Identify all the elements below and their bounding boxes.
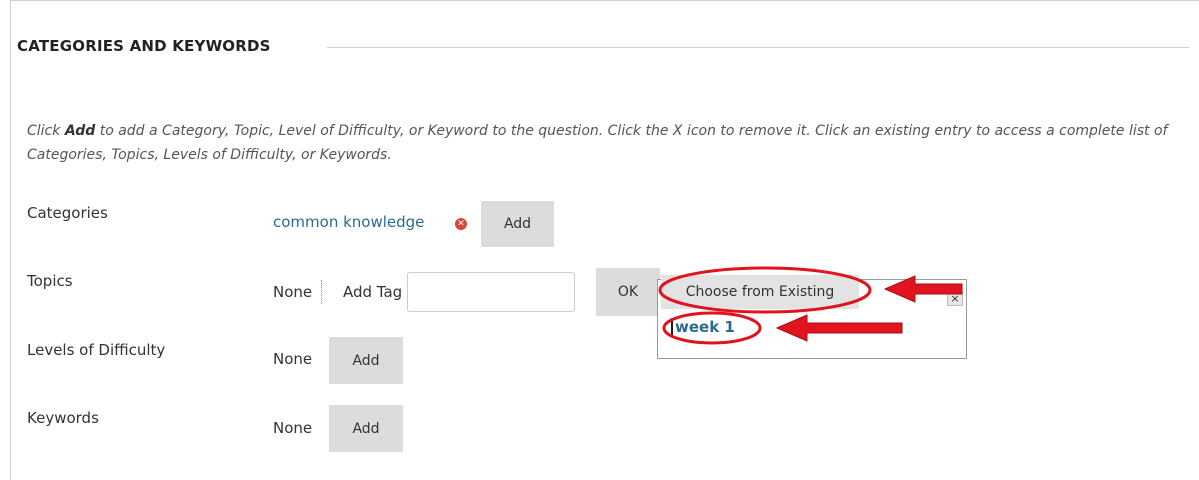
categories-add-button[interactable]: Add	[481, 201, 554, 247]
instructions-add-word: Add	[64, 123, 96, 139]
difficulty-add-button[interactable]: Add	[329, 337, 403, 384]
choose-from-existing-button[interactable]: Choose from Existing	[661, 275, 859, 309]
categories-keywords-panel	[10, 0, 1199, 480]
remove-circle-icon[interactable]: ✕	[455, 218, 467, 230]
add-tag-label: Add Tag	[343, 283, 403, 301]
tag-separator	[321, 280, 322, 304]
instructions-before: Click	[27, 123, 65, 139]
instructions-after: to add a Category, Topic, Level of Diffi…	[27, 123, 1168, 163]
topics-label: Topics	[27, 272, 73, 290]
existing-option-week-1[interactable]: week 1	[671, 318, 735, 336]
keywords-none-value: None	[273, 419, 313, 437]
section-divider	[327, 47, 1189, 48]
categories-label: Categories	[27, 204, 108, 222]
close-icon[interactable]: ×	[947, 292, 963, 306]
keywords-label: Keywords	[27, 409, 99, 427]
difficulty-none-value: None	[273, 350, 313, 368]
topics-ok-button[interactable]: OK	[596, 268, 660, 316]
keywords-add-button[interactable]: Add	[329, 405, 403, 452]
add-tag-input[interactable]	[407, 272, 575, 312]
section-title: CATEGORIES AND KEYWORDS	[17, 37, 271, 55]
category-entry-link[interactable]: common knowledge	[273, 213, 424, 231]
topics-none-value: None	[273, 283, 313, 301]
instructions-text: Click Add to add a Category, Topic, Leve…	[27, 119, 1187, 167]
difficulty-label: Levels of Difficulty	[27, 341, 166, 359]
